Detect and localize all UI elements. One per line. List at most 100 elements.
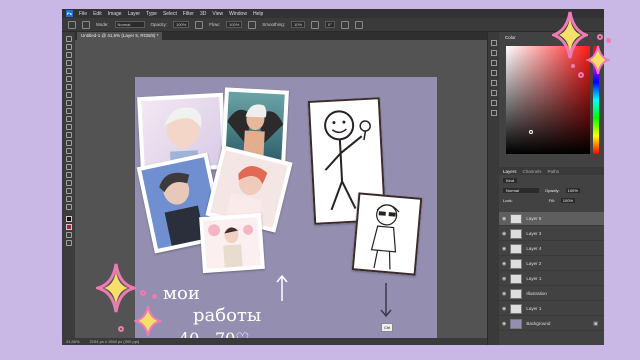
layer-row[interactable]: ◉ Layer 1 <box>499 302 604 316</box>
eye-icon[interactable]: ◉ <box>502 321 506 327</box>
layer-row[interactable]: ◉ Illustration <box>499 287 604 301</box>
healing-tool-icon[interactable] <box>65 92 72 98</box>
canvas-area[interactable]: Ctrl мои работы 40 - 70♡ <box>75 40 487 345</box>
type-tool-icon[interactable] <box>65 164 72 170</box>
hand-tool-icon[interactable] <box>65 188 72 194</box>
layer-row[interactable]: ◉ Layer 1 <box>499 272 604 286</box>
pressure-size-icon[interactable] <box>340 20 349 29</box>
layer-name[interactable]: Layer 1 <box>526 306 541 311</box>
tab-untitled-1[interactable]: Untitled-1 @ 41,6% (Layer 5, RGB/8) * <box>77 32 163 40</box>
layer-name[interactable]: Layer 3 <box>526 231 541 236</box>
quick-mask-icon[interactable] <box>65 232 72 238</box>
menu-3d[interactable]: 3D <box>200 11 206 17</box>
zoom-level[interactable]: 41,56% <box>66 338 80 345</box>
color-picker-field[interactable] <box>506 46 590 154</box>
properties-panel-icon[interactable] <box>490 50 497 56</box>
paragraph-panel-icon[interactable] <box>490 80 497 86</box>
move-tool-icon[interactable] <box>65 36 72 42</box>
lock-icon[interactable]: ▣ <box>593 321 598 327</box>
menu-layer[interactable]: Layer <box>128 11 141 17</box>
menu-file[interactable]: File <box>79 11 87 17</box>
layer-opacity-field[interactable]: 100% <box>565 188 580 193</box>
eye-icon[interactable]: ◉ <box>502 231 506 237</box>
layer-name[interactable]: Layer 2 <box>526 261 541 266</box>
glyphs-panel-icon[interactable] <box>490 90 497 96</box>
layer-name[interactable]: Layer 1 <box>526 276 541 281</box>
menu-filter[interactable]: Filter <box>183 11 194 17</box>
menu-type[interactable]: Type <box>146 11 157 17</box>
menu-select[interactable]: Select <box>163 11 177 17</box>
mode-select[interactable]: Normal <box>114 21 145 28</box>
home-icon[interactable] <box>68 20 76 29</box>
smoothing-label: Smoothing: <box>262 22 286 27</box>
layer-name[interactable]: Background <box>526 321 550 326</box>
layer-name[interactable]: Layer 5 <box>526 216 541 221</box>
menu-window[interactable]: Window <box>229 11 247 17</box>
blend-mode-select[interactable]: Normal <box>503 188 539 193</box>
eye-icon[interactable]: ◉ <box>502 276 506 282</box>
stamp-tool-icon[interactable] <box>65 108 72 114</box>
layer-row[interactable]: ◉ Layer 4 <box>499 242 604 256</box>
ps-logo-icon[interactable]: Ps <box>66 10 73 17</box>
eye-icon[interactable]: ◉ <box>502 246 506 252</box>
brush-settings-icon[interactable] <box>490 60 497 66</box>
tab-layers[interactable]: Layers <box>503 169 517 174</box>
angle-field[interactable]: 0° <box>325 21 335 28</box>
screen-mode-icon[interactable] <box>65 240 72 246</box>
layer-name[interactable]: Layer 4 <box>526 246 541 251</box>
kind-filter[interactable]: Kind <box>503 178 518 183</box>
layer-row[interactable]: ◉ Background ▣ <box>499 317 604 331</box>
eye-icon[interactable]: ◉ <box>502 291 506 297</box>
smoothing-field[interactable]: 10% <box>291 21 306 28</box>
opacity-field[interactable]: 100% <box>173 21 190 28</box>
menu-edit[interactable]: Edit <box>93 11 102 17</box>
menu-view[interactable]: View <box>212 11 223 17</box>
document-canvas[interactable]: Ctrl мои работы 40 - 70♡ <box>135 77 437 345</box>
tab-paths[interactable]: Paths <box>548 169 560 174</box>
eyedropper-tool-icon[interactable] <box>65 84 72 90</box>
brush-tool-icon[interactable] <box>65 100 72 106</box>
pressure-opacity-icon[interactable] <box>195 20 204 29</box>
layer-row[interactable]: ◉ Layer 5 <box>499 212 604 226</box>
blur-tool-icon[interactable] <box>65 140 72 146</box>
menu-help[interactable]: Help <box>253 11 263 17</box>
character-panel-icon[interactable] <box>490 70 497 76</box>
more-tools-icon[interactable] <box>65 204 72 210</box>
zoom-tool-icon[interactable] <box>65 196 72 202</box>
pen-tool-icon[interactable] <box>65 156 72 162</box>
tab-channels[interactable]: Channels <box>523 169 542 174</box>
tab-color[interactable]: Color <box>505 35 516 40</box>
background-color-swatch[interactable] <box>65 224 72 230</box>
adjustments-panel-icon[interactable] <box>490 110 497 116</box>
eye-icon[interactable]: ◉ <box>502 306 506 312</box>
crop-tool-icon[interactable] <box>65 68 72 74</box>
airbrush-icon[interactable] <box>248 20 257 29</box>
foreground-color-swatch[interactable] <box>65 216 72 222</box>
history-panel-icon[interactable] <box>490 40 497 46</box>
symmetry-icon[interactable] <box>354 20 363 29</box>
quick-select-tool-icon[interactable] <box>65 60 72 66</box>
gear-icon[interactable] <box>311 20 320 29</box>
layer-name[interactable]: Illustration <box>526 291 547 296</box>
path-select-tool-icon[interactable] <box>65 172 72 178</box>
sakura-drawing <box>208 224 254 268</box>
brush-preset-icon[interactable] <box>82 20 90 29</box>
eye-icon[interactable]: ◉ <box>502 216 506 222</box>
dodge-tool-icon[interactable] <box>65 148 72 154</box>
history-brush-tool-icon[interactable] <box>65 116 72 122</box>
eye-icon[interactable]: ◉ <box>502 261 506 267</box>
layer-row[interactable]: ◉ Layer 2 <box>499 257 604 271</box>
gradient-tool-icon[interactable] <box>65 132 72 138</box>
layer-row[interactable]: ◉ Layer 3 <box>499 227 604 241</box>
document-info[interactable]: 2154 px x 1560 px (300 ppi) <box>90 338 140 345</box>
lasso-tool-icon[interactable] <box>65 52 72 58</box>
artwork-photo-sakura <box>199 212 265 274</box>
eraser-tool-icon[interactable] <box>65 124 72 130</box>
frame-tool-icon[interactable] <box>65 76 72 82</box>
shape-tool-icon[interactable] <box>65 180 72 186</box>
flow-field[interactable]: 100% <box>226 21 243 28</box>
swatches-panel-icon[interactable] <box>490 100 497 106</box>
marquee-tool-icon[interactable] <box>65 44 72 50</box>
fill-field[interactable]: 100% <box>560 198 576 203</box>
menu-image[interactable]: Image <box>108 11 122 17</box>
